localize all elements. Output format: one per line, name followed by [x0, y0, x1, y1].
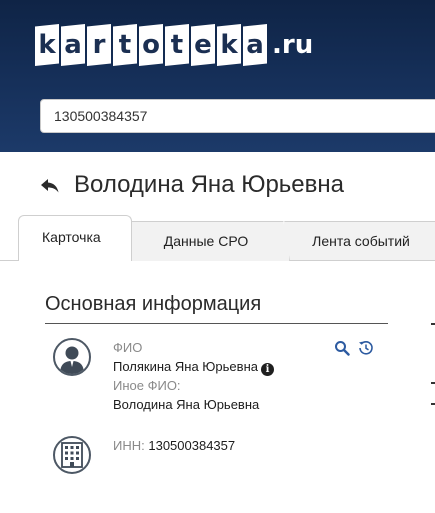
logo-letter: t [113, 24, 137, 66]
logo-letter: r [87, 24, 111, 66]
other-fio-value: Володина Яна Юрьевна [113, 397, 260, 412]
logo-letter: a [61, 24, 85, 66]
edge-mark [431, 323, 435, 325]
edge-mark [431, 382, 435, 384]
edge-mark [431, 403, 435, 405]
info-icon[interactable]: i [260, 363, 274, 376]
inn-value: 130500384357 [148, 438, 236, 453]
history-icon[interactable] [358, 340, 374, 356]
tab-event-feed[interactable]: Лента событий [276, 221, 435, 261]
page-title: Володина Яна Юрьевна [74, 171, 344, 198]
fio-value: Полякина Яна Юрьевна i [113, 359, 274, 376]
tab-card[interactable]: Карточка [18, 215, 132, 261]
kartoteka-logo[interactable]: k a r t o t e k a .ru [35, 24, 313, 66]
inn-row: ИНН: 130500384357 [113, 438, 235, 453]
logo-letter: k [35, 24, 59, 66]
tab-bar: Лента событий Данные СРО Карточка [0, 215, 435, 261]
tab-sro-data[interactable]: Данные СРО [122, 221, 290, 261]
search-input[interactable]: 130500384357 [40, 99, 435, 133]
logo-letter: k [217, 24, 241, 66]
logo-letter: a [243, 24, 267, 66]
logo-letter: o [139, 24, 163, 66]
inn-label: ИНН: [113, 438, 145, 453]
person-avatar-icon [53, 338, 91, 376]
document-registry-icon [53, 436, 91, 474]
logo-letter: t [165, 24, 189, 66]
search-icon[interactable] [334, 340, 350, 356]
logo-suffix: .ru [272, 30, 314, 60]
logo-letter: e [191, 24, 215, 66]
site-header: k a r t o t e k a .ru 130500384357 [0, 0, 435, 152]
section-divider [45, 323, 388, 324]
fio-text: Полякина Яна Юрьевна [113, 359, 258, 374]
other-fio-label: Иное ФИО: [113, 378, 181, 393]
section-title: Основная информация [45, 293, 262, 315]
fio-label: ФИО [113, 340, 143, 355]
back-arrow-icon[interactable] [40, 178, 60, 194]
